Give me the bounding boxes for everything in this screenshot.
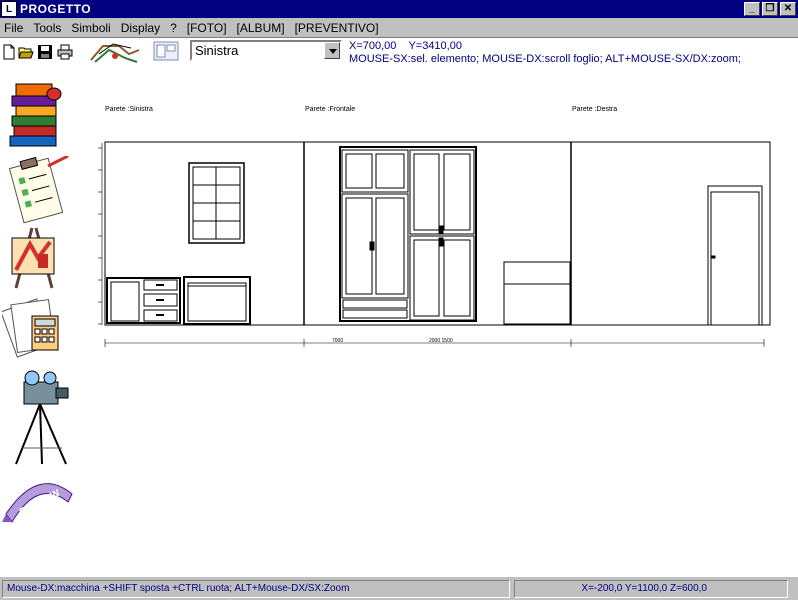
low-cabinet-front — [503, 261, 571, 325]
menu-bar: File Tools Simboli Display ? [FOTO] [ALB… — [0, 18, 798, 38]
base-cabinet-left — [106, 277, 181, 324]
cursor-coords: X=700,00 Y=3410,00 — [349, 40, 462, 52]
app-icon: L — [1, 1, 17, 17]
menu-tools[interactable]: Tools — [33, 21, 61, 35]
chevron-down-icon[interactable] — [324, 42, 340, 59]
open-folder-icon[interactable] — [18, 44, 34, 60]
camera-tripod-icon[interactable] — [2, 368, 76, 468]
menu-foto[interactable]: [FOTO] — [187, 21, 227, 35]
catalog-books-icon[interactable] — [2, 76, 76, 156]
calculator-papers-icon[interactable] — [2, 294, 76, 360]
view-toggle-icon[interactable] — [153, 41, 179, 61]
title-bar: L PROGETTO _ ❐ ✕ — [0, 0, 798, 18]
restore-button[interactable]: ❐ — [762, 2, 778, 16]
menu-file[interactable]: File — [4, 21, 23, 35]
furniture-logo-icon[interactable] — [89, 40, 141, 66]
close-button[interactable]: ✕ — [780, 2, 796, 16]
checklist-clipboard-icon[interactable] — [2, 156, 76, 224]
menu-help[interactable]: ? — [170, 21, 177, 35]
menu-preventivo[interactable]: [PREVENTIVO] — [295, 21, 379, 35]
status-coords: X=-200,0 Y=1100,0 Z=600,0 — [514, 579, 788, 598]
wall-label-front: Parete :Frontale — [305, 106, 356, 113]
status-bar: Mouse-DX:macchina +SHIFT sposta +CTRL ru… — [0, 576, 798, 600]
save-disk-icon[interactable] — [37, 44, 53, 60]
height-ruler — [98, 143, 103, 325]
dimension-total: 7000 — [332, 338, 343, 344]
print-icon[interactable] — [57, 44, 73, 60]
new-file-icon[interactable] — [1, 44, 17, 60]
menu-display[interactable]: Display — [121, 21, 160, 35]
elevation-drawing[interactable]: 7000 2000 1500 — [84, 130, 784, 355]
window-controls: _ ❐ ✕ — [744, 2, 796, 16]
redraw-banner-icon[interactable]: REDRAW — [2, 470, 76, 526]
wall-label-right: Parete :Destra — [572, 106, 618, 113]
wall-label-left: Parete :Sinistra — [105, 106, 153, 113]
easel-icon[interactable] — [2, 224, 76, 290]
view-select-value: Sinistra — [195, 43, 239, 58]
menu-album[interactable]: [ALBUM] — [237, 21, 285, 35]
window-title: PROGETTO — [20, 2, 92, 16]
view-select[interactable]: Sinistra — [190, 40, 342, 61]
dimension-partial: 2000 1500 — [429, 338, 453, 344]
wardrobe-element — [339, 146, 477, 322]
base-cabinet-drawer — [183, 276, 251, 325]
door-element — [707, 185, 763, 326]
coord-y: Y=3410,00 — [408, 40, 462, 52]
menu-simboli[interactable]: Simboli — [71, 21, 110, 35]
minimize-button[interactable]: _ — [744, 2, 760, 16]
status-hint: Mouse-DX:macchina +SHIFT sposta +CTRL ru… — [2, 579, 510, 598]
window-element — [188, 162, 245, 244]
mouse-hint: MOUSE-SX:sel. elemento; MOUSE-DX:scroll … — [349, 53, 741, 65]
coord-x: X=700,00 — [349, 40, 397, 52]
